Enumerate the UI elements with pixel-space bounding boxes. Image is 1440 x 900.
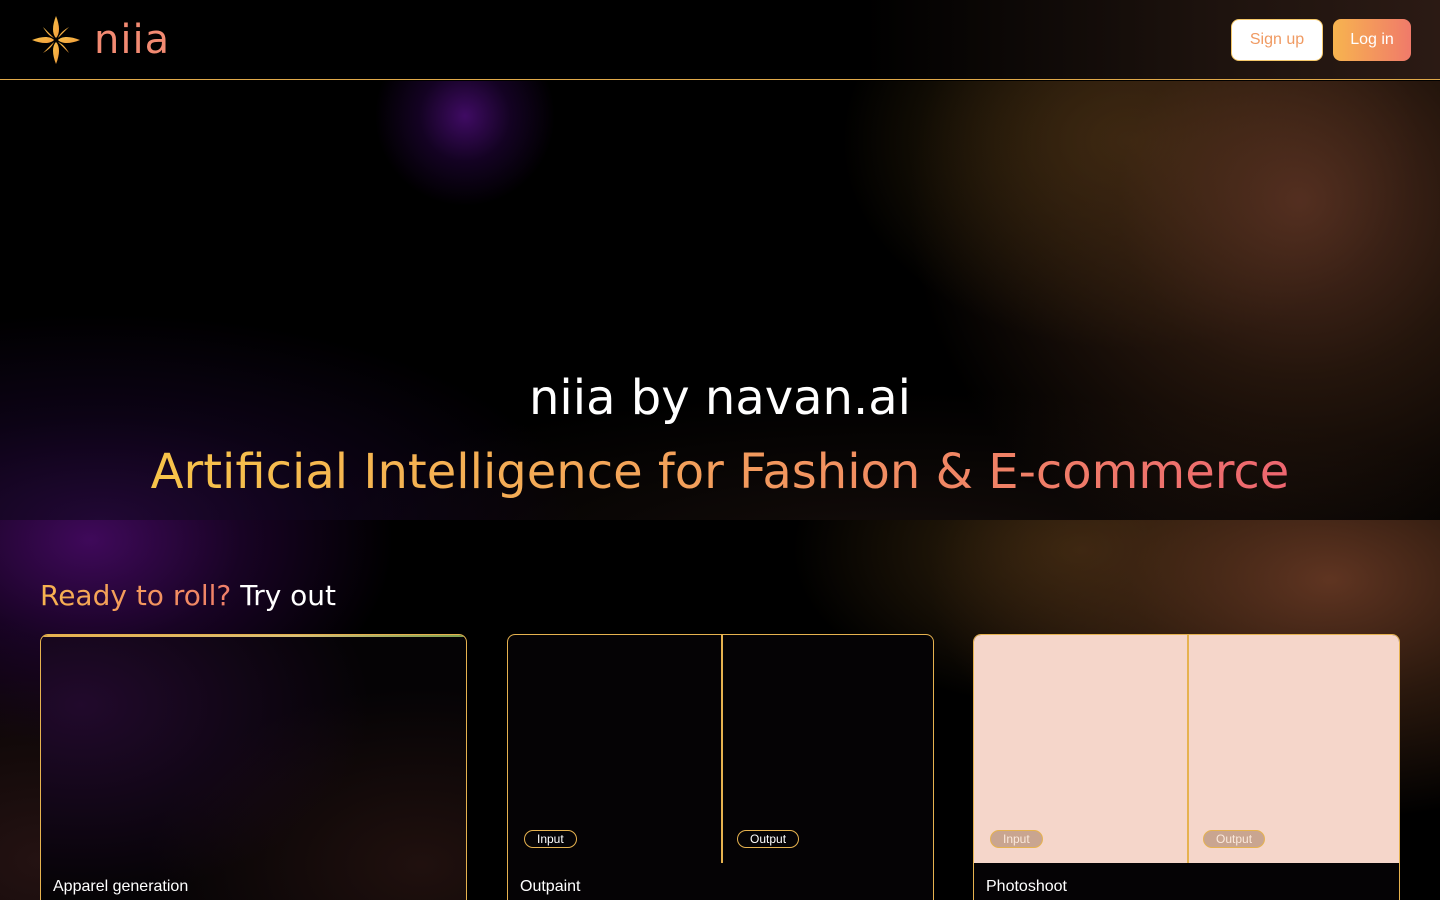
section-title: Ready to roll? Try out <box>40 578 336 614</box>
signup-button[interactable]: Sign up <box>1231 18 1323 61</box>
output-tag: Output <box>737 830 800 848</box>
tryout-section: Ready to roll? Try out Apparel generatio… <box>0 520 1440 900</box>
logo-text: niia <box>94 16 171 63</box>
input-tag: Input <box>990 830 1043 848</box>
card-outpaint[interactable]: Input Output Outpaint <box>507 634 934 900</box>
top-navbar: niia Sign up Log in <box>0 0 1440 80</box>
card-label: Apparel generation <box>53 878 189 895</box>
input-tag: Input <box>524 830 577 848</box>
logo[interactable]: niia <box>30 14 170 66</box>
output-tag: Output <box>1203 830 1266 848</box>
input-preview <box>508 635 721 863</box>
login-button[interactable]: Log in <box>1333 18 1411 61</box>
niia-flower-logo-icon <box>32 15 80 64</box>
hero-subtitle: Artificial Intelligence for Fashion & E-… <box>0 442 1440 502</box>
input-preview <box>974 635 1187 863</box>
card-label: Outpaint <box>520 878 581 895</box>
card-top-glow <box>41 635 466 637</box>
hero-subtitle-text: Artificial Intelligence for Fashion & E-… <box>150 444 1290 500</box>
card-apparel-generation[interactable]: Apparel generation <box>40 634 467 900</box>
hero-title: niia by navan.ai <box>529 370 911 426</box>
auth-buttons: Sign up Log in <box>1231 18 1411 61</box>
card-photoshoot[interactable]: Input Output Photoshoot <box>973 634 1400 900</box>
hero-section: niia by navan.ai Artificial Intelligence… <box>0 81 1440 520</box>
card-label: Photoshoot <box>986 878 1067 895</box>
section-title-plain: Try out <box>240 579 337 612</box>
section-title-accent: Ready to roll? <box>40 579 232 612</box>
output-preview <box>722 635 933 863</box>
compare-divider[interactable] <box>1187 635 1189 863</box>
output-preview <box>1188 635 1399 863</box>
